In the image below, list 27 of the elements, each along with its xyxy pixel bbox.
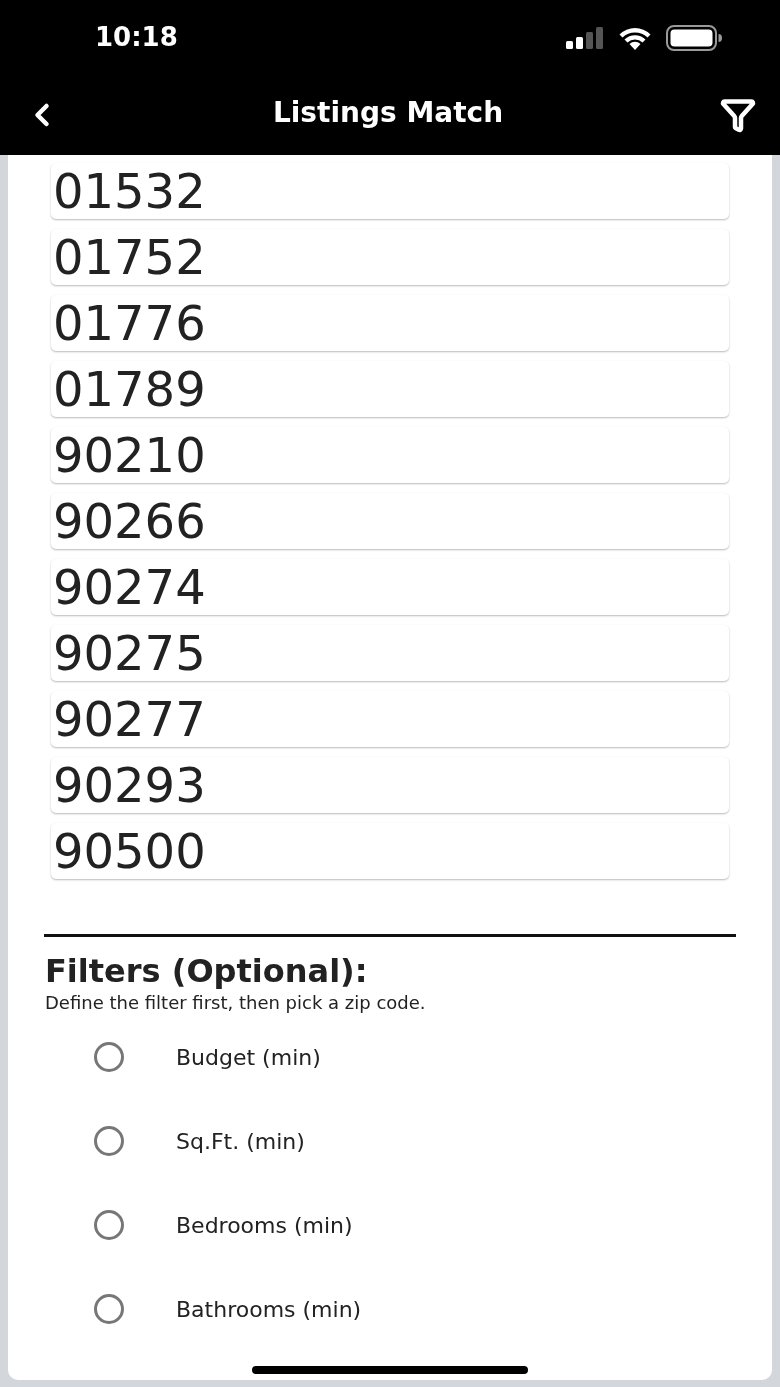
zip-code-item[interactable]: 90210 — [51, 427, 729, 483]
radio-label: Budget (min) — [176, 1043, 321, 1072]
zip-code-item[interactable]: 01789 — [51, 361, 729, 417]
battery-icon — [666, 24, 722, 51]
zip-code-item[interactable]: 90500 — [51, 823, 729, 879]
screen-title: Listings Match — [272, 95, 504, 131]
zip-code-item[interactable]: 90277 — [51, 691, 729, 747]
zip-code-item[interactable]: 01752 — [51, 229, 729, 285]
zip-code-item[interactable]: 90293 — [51, 757, 729, 813]
filters-heading: Filters (Optional): — [45, 951, 369, 991]
radio-label: Sq.Ft. (min) — [176, 1127, 305, 1156]
filters-hint: Define the filter first, then pick a zip code. — [45, 991, 427, 1015]
radio-button[interactable] — [94, 1126, 124, 1156]
radio-button[interactable] — [94, 1042, 124, 1072]
radio-label: Bedrooms (min) — [176, 1211, 353, 1240]
zip-code-item[interactable]: 90275 — [51, 625, 729, 681]
status-time: 10:18 — [95, 21, 178, 54]
signal-icon — [566, 26, 604, 49]
radio-button[interactable] — [94, 1294, 124, 1324]
zip-code-item[interactable]: 01776 — [51, 295, 729, 351]
zip-code-item[interactable]: 01532 — [51, 163, 729, 219]
wifi-icon — [618, 25, 652, 50]
zip-code-item[interactable]: 90266 — [51, 493, 729, 549]
radio-button[interactable] — [94, 1210, 124, 1240]
zip-code-item[interactable]: 90274 — [51, 559, 729, 615]
filter-funnel-icon — [720, 97, 756, 133]
radio-label: Bathrooms (min) — [176, 1295, 362, 1324]
